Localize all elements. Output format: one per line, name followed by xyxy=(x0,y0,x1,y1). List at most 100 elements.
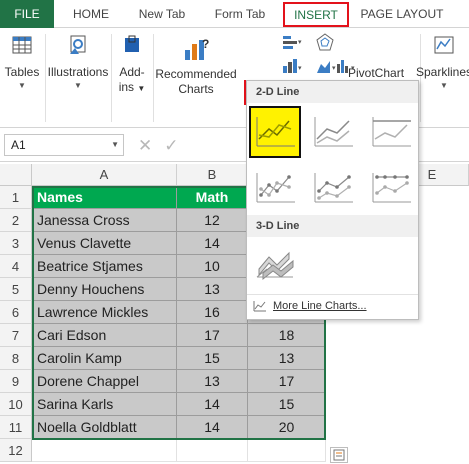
c-cell[interactable]: 15 xyxy=(248,393,326,416)
column-header-a[interactable]: A xyxy=(32,164,177,186)
row-header-3[interactable]: 3 xyxy=(0,232,32,255)
name-cell[interactable]: Lawrence Mickles xyxy=(32,301,177,324)
row-header-9[interactable]: 9 xyxy=(0,370,32,393)
tables-label: Tables xyxy=(4,65,40,79)
math-cell[interactable]: 13 xyxy=(177,370,248,393)
column-header-b[interactable]: B xyxy=(177,164,248,186)
cancel-icon[interactable]: ✕ xyxy=(138,136,164,155)
tab-form-tab[interactable]: Form Tab xyxy=(204,0,276,28)
name-cell[interactable]: Beatrice Stjames xyxy=(32,255,177,278)
name-cell[interactable]: Sarina Karls xyxy=(32,393,177,416)
3d-line-option[interactable] xyxy=(249,239,301,291)
radar-chart-icon[interactable] xyxy=(316,33,334,51)
math-cell[interactable]: 14 xyxy=(177,416,248,439)
row-header-2[interactable]: 2 xyxy=(0,209,32,232)
formula-actions: ✕✓ xyxy=(138,136,191,156)
addins-button[interactable]: Add- ins ▼ xyxy=(112,28,152,96)
name-cell[interactable]: Cari Edson xyxy=(32,324,177,347)
bar-chart-icon[interactable]: ▾ xyxy=(282,34,304,50)
row-header-1[interactable]: 1 xyxy=(0,186,32,209)
svg-text:▾: ▾ xyxy=(298,65,302,72)
more-line-charts-link[interactable]: More Line Charts... xyxy=(247,294,418,316)
percent-stacked-line-with-markers-option[interactable] xyxy=(365,162,417,214)
3d-line-icon xyxy=(256,251,294,281)
more-line-charts-label: More Line Charts... xyxy=(273,299,367,312)
row-header-12[interactable]: 12 xyxy=(0,439,32,462)
illustrations-button[interactable]: Illustrations ▼ xyxy=(46,28,110,92)
math-cell[interactable]: 13 xyxy=(177,278,248,301)
empty-cell[interactable] xyxy=(32,439,177,462)
percent-stacked-line-option[interactable] xyxy=(365,106,417,158)
percent-stacked-line-icon xyxy=(372,117,411,147)
row-header-5[interactable]: 5 xyxy=(0,278,32,301)
quick-analysis-button[interactable] xyxy=(330,447,348,463)
line-chart-icon xyxy=(253,300,266,311)
illustrations-icon xyxy=(70,35,86,54)
tab-insert[interactable]: INSERT xyxy=(283,2,349,27)
store-icon xyxy=(125,35,139,52)
area-chart-icon[interactable]: ▾ xyxy=(316,58,338,74)
tab-file[interactable]: FILE xyxy=(0,0,54,28)
row-header-7[interactable]: 7 xyxy=(0,324,32,347)
name-box[interactable]: A1 ▼ xyxy=(4,134,124,156)
svg-text:▾: ▾ xyxy=(298,39,302,46)
recommended-charts-label-line2: Charts xyxy=(178,82,214,96)
stacked-line-with-markers-option[interactable] xyxy=(307,162,359,214)
sparklines-button[interactable]: Sparklines ▼ xyxy=(415,28,469,92)
header-cell-math[interactable]: Math xyxy=(177,186,248,209)
tab-home[interactable]: HOME xyxy=(62,0,120,28)
chevron-down-icon: ▼ xyxy=(440,81,448,90)
tab-new-tab[interactable]: New Tab xyxy=(128,0,196,28)
recommended-charts-label-line1: Recommended xyxy=(155,67,237,81)
math-cell[interactable]: 12 xyxy=(177,209,248,232)
chevron-down-icon: ▼ xyxy=(111,140,119,149)
header-cell-names[interactable]: Names xyxy=(32,186,177,209)
row-header-10[interactable]: 10 xyxy=(0,393,32,416)
ribbon-tab-bar: FILE HOME New Tab Form Tab INSERT PAGE L… xyxy=(0,0,469,28)
tab-page-layout[interactable]: PAGE LAYOUT xyxy=(356,0,448,28)
chevron-down-icon: ▼ xyxy=(18,81,26,90)
line-markers-icon xyxy=(256,173,295,203)
c-cell[interactable]: 13 xyxy=(248,347,326,370)
c-cell[interactable]: 18 xyxy=(248,324,326,347)
stacked-line-markers-icon xyxy=(314,173,353,203)
quick-analysis-icon xyxy=(333,449,345,461)
hierarchy-chart-icon[interactable]: ▾ xyxy=(282,58,304,74)
ribbon-divider xyxy=(153,34,154,122)
tables-button[interactable]: Tables ▼ xyxy=(0,28,44,92)
illustrations-label: Illustrations xyxy=(47,65,109,79)
line-chart-icon xyxy=(256,117,295,147)
name-cell[interactable]: Noella Goldblatt xyxy=(32,416,177,439)
name-cell[interactable]: Dorene Chappel xyxy=(32,370,177,393)
recommended-charts-button[interactable]: ? Recommended Charts xyxy=(155,28,237,97)
line-with-markers-option[interactable] xyxy=(249,162,301,214)
row-header-6[interactable]: 6 xyxy=(0,301,32,324)
line-option[interactable] xyxy=(249,106,301,158)
confirm-icon[interactable]: ✓ xyxy=(164,136,190,155)
empty-cell[interactable] xyxy=(248,439,326,462)
svg-text:?: ? xyxy=(202,37,209,51)
row-header-11[interactable]: 11 xyxy=(0,416,32,439)
name-cell[interactable]: Carolin Kamp xyxy=(32,347,177,370)
line-chart-dropdown: 2-D Line 3-D Line More Line Charts... xyxy=(246,80,419,320)
math-cell[interactable]: 10 xyxy=(177,255,248,278)
empty-cell[interactable] xyxy=(177,439,248,462)
row-header-4[interactable]: 4 xyxy=(0,255,32,278)
name-cell[interactable]: Janessa Cross xyxy=(32,209,177,232)
sparklines-label: Sparklines xyxy=(415,65,469,79)
row-header-8[interactable]: 8 xyxy=(0,347,32,370)
percent-stacked-line-markers-icon xyxy=(372,173,411,203)
name-cell[interactable]: Denny Houchens xyxy=(32,278,177,301)
math-cell[interactable]: 15 xyxy=(177,347,248,370)
pivotchart-label[interactable]: PivotChart xyxy=(348,66,404,80)
name-cell[interactable]: Venus Clavette xyxy=(32,232,177,255)
c-cell[interactable]: 17 xyxy=(248,370,326,393)
c-cell[interactable]: 20 xyxy=(248,416,326,439)
math-cell[interactable]: 14 xyxy=(177,393,248,416)
math-cell[interactable]: 16 xyxy=(177,301,248,324)
select-all-corner[interactable] xyxy=(0,164,32,186)
table-icon xyxy=(12,36,32,54)
math-cell[interactable]: 14 xyxy=(177,232,248,255)
math-cell[interactable]: 17 xyxy=(177,324,248,347)
stacked-line-option[interactable] xyxy=(307,106,359,158)
